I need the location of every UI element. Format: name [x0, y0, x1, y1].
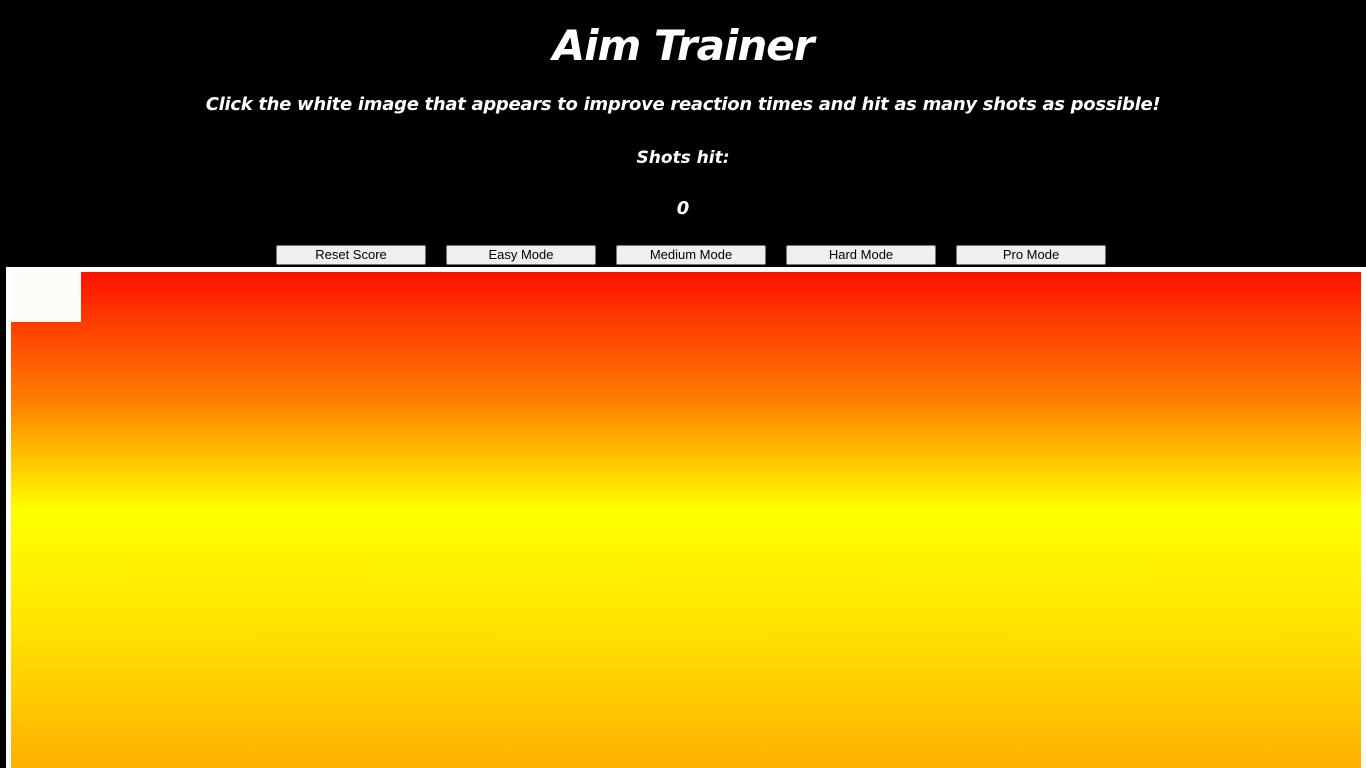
hard-mode-button[interactable]: Hard Mode — [786, 245, 936, 265]
page-title: Aim Trainer — [552, 21, 815, 70]
instructions-text: Click the white image that appears to im… — [205, 94, 1161, 115]
game-frame — [6, 267, 1366, 768]
score-label: Shots hit: — [636, 148, 730, 168]
medium-mode-button[interactable]: Medium Mode — [616, 245, 766, 265]
game-area[interactable] — [11, 272, 1361, 768]
score-value: 0 — [676, 198, 690, 219]
pro-mode-button[interactable]: Pro Mode — [956, 245, 1106, 265]
mode-controls: Reset Score Easy Mode Medium Mode Hard M… — [276, 245, 1106, 265]
reset-score-button[interactable]: Reset Score — [276, 245, 426, 265]
target-image[interactable] — [11, 272, 81, 322]
easy-mode-button[interactable]: Easy Mode — [446, 245, 596, 265]
